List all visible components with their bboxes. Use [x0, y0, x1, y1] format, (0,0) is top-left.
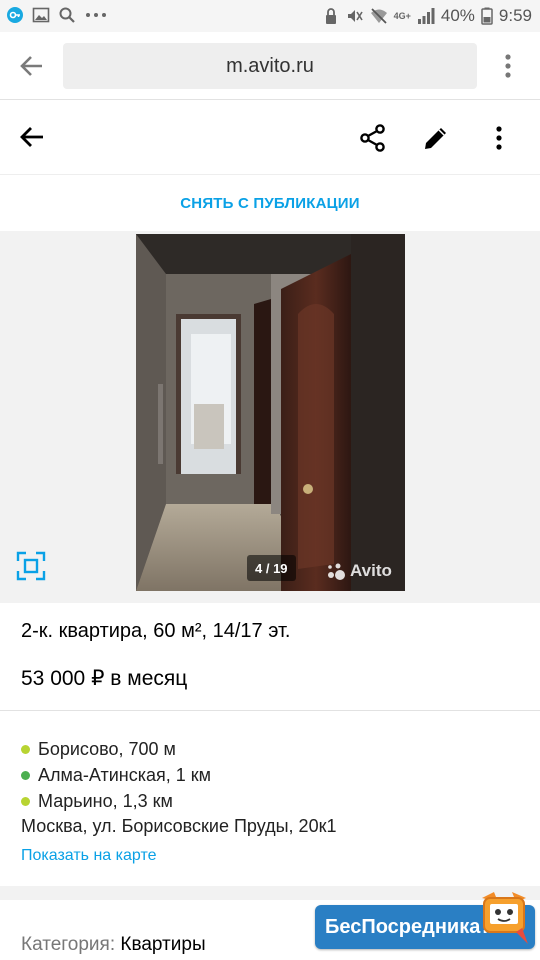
status-bar-system: 4G+ 40% 9:59 [322, 6, 532, 26]
metro-line-dot [21, 771, 30, 780]
metro-station: Алма-Атинская, 1 км [21, 765, 211, 786]
photo-gallery[interactable]: 4 / 19 Avito [0, 231, 540, 603]
photo-counter: 4 / 19 [247, 555, 296, 581]
metro-station: Марьино, 1,3 км [21, 791, 173, 812]
watermark-text: Avito [350, 561, 392, 580]
pencil-icon [425, 128, 446, 149]
network-type: 4G+ [393, 11, 411, 21]
listing-title: 2-к. квартира, 60 м², 14/17 эт. [21, 620, 291, 642]
avito-logo-icon [328, 563, 345, 580]
mascot-icon [476, 888, 536, 950]
clock: 9:59 [498, 6, 532, 25]
metro-line-dot [21, 797, 30, 806]
status-bar-notifications [6, 6, 108, 24]
metro-station-name: Борисово, 700 м [38, 739, 176, 759]
key-app-icon [6, 6, 24, 24]
listing-category: Категория: Квартиры [21, 934, 206, 956]
badge-text: БесПосредника [325, 915, 481, 938]
signal-icon [417, 7, 435, 25]
share-button[interactable] [358, 123, 388, 153]
more-notifications-icon [84, 6, 108, 24]
gallery-icon [32, 6, 50, 24]
metro-station-name: Алма-Атинская, 1 км [38, 765, 212, 785]
battery-icon [481, 7, 493, 25]
metro-station: Борисово, 700 м [21, 739, 176, 760]
share-icon [360, 124, 385, 152]
hallway-photo-image [136, 234, 405, 591]
arrow-left-icon [20, 127, 43, 147]
category-value: Квартиры [120, 934, 206, 955]
mute-icon [346, 7, 364, 25]
listing-price: 53 000 ₽ в месяц [21, 667, 188, 690]
section-separator [0, 886, 540, 900]
fullscreen-button[interactable] [16, 551, 46, 581]
more-menu-button[interactable] [486, 123, 512, 153]
browser-toolbar: m.avito.ru [0, 32, 540, 100]
unpublish-button[interactable]: СНЯТЬ С ПУБЛИКАЦИИ [0, 175, 540, 231]
category-label: Категория: [21, 934, 116, 955]
listing-address: Москва, ул. Борисовские Пруды, 20к1 [21, 816, 337, 836]
edit-button[interactable] [421, 123, 451, 153]
status-bar: 4G+ 40% 9:59 [0, 0, 540, 32]
url-text: m.avito.ru [226, 54, 314, 77]
divider [0, 710, 540, 711]
avito-watermark: Avito [326, 561, 392, 581]
lock-icon [322, 7, 340, 25]
search-icon [58, 6, 76, 24]
battery-percent: 40% [440, 6, 475, 25]
listing-photo[interactable] [136, 234, 405, 591]
app-toolbar [0, 101, 540, 175]
more-vertical-icon [496, 126, 502, 150]
browser-menu-button[interactable] [494, 52, 522, 80]
metro-station-name: Марьино, 1,3 км [38, 791, 173, 811]
browser-back-button[interactable] [18, 52, 46, 80]
metro-line-dot [21, 745, 30, 754]
back-button[interactable] [18, 123, 46, 151]
url-bar[interactable]: m.avito.ru [63, 43, 477, 89]
fullscreen-icon [16, 551, 46, 581]
more-vertical-icon [505, 54, 511, 78]
wifi-off-icon [370, 7, 388, 25]
show-on-map-link[interactable]: Показать на карте [21, 847, 156, 865]
arrow-left-icon [20, 56, 42, 76]
